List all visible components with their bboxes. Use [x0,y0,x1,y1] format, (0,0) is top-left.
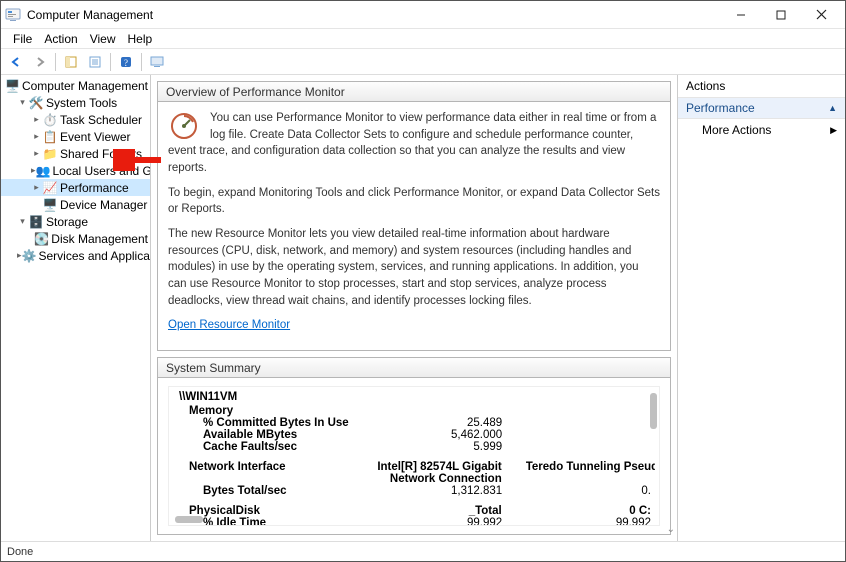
storage-icon: 🗄️ [28,214,44,230]
network-section: Network InterfaceIntel[R] 82574L Gigabit… [173,461,655,485]
tools-icon: 🛠️ [28,95,44,111]
overview-text-2: To begin, expand Monitoring Tools and cl… [168,185,660,218]
content-pane: Overview of Performance Monitor You can … [151,75,677,541]
tree-services-apps[interactable]: ▸ ⚙️ Services and Applications [1,247,150,264]
properties-button[interactable] [84,51,106,73]
status-bar: Done [1,541,845,561]
disk-icon: 💽 [34,231,49,247]
computer-icon: 🖥️ [5,78,20,94]
tree-device-manager[interactable]: 🖥️ Device Manager [1,196,150,213]
system-summary-panel: System Summary \\WIN11VM Memory % Commit… [157,357,671,535]
expand-icon[interactable]: ▸ [31,148,42,159]
table-row: Available MBytes5,462.000 [173,429,655,441]
forward-button[interactable] [29,51,51,73]
back-button[interactable] [5,51,27,73]
performance-icon: 📈 [42,180,58,196]
menu-help[interactable]: Help [122,32,159,46]
device-icon: 🖥️ [42,197,58,213]
tree-shared-folders[interactable]: ▸ 📁 Shared Folders [1,145,150,162]
svg-text:?: ? [124,58,128,68]
actions-pane: Actions Performance ▲ More Actions ▶ [677,75,845,541]
actions-heading: Actions [678,75,845,98]
summary-grid: \\WIN11VM Memory % Committed Bytes In Us… [168,386,660,526]
navigation-tree[interactable]: 🖥️ Computer Management (Local) ▾ 🛠️ Syst… [1,75,151,541]
tree-storage[interactable]: ▾ 🗄️ Storage [1,213,150,230]
close-button[interactable] [801,1,841,29]
title-bar: Computer Management [1,1,845,29]
actions-more[interactable]: More Actions ▶ [678,119,845,141]
app-icon [5,7,21,23]
event-icon: 📋 [42,129,58,145]
maximize-button[interactable] [761,1,801,29]
table-row: % Committed Bytes In Use25.489 [173,417,655,429]
memory-section: Memory [173,405,655,417]
tree-task-scheduler[interactable]: ▸ ⏱️ Task Scheduler [1,111,150,128]
toolbar: ? [1,49,845,75]
overview-text-1: You can use Performance Monitor to view … [168,110,660,177]
tree-local-users[interactable]: ▸ 👥 Local Users and Groups [1,162,150,179]
table-row: Bytes Total/sec1,312.8310. [173,485,655,497]
folder-icon: 📁 [42,146,58,162]
overview-panel: Overview of Performance Monitor You can … [157,81,671,351]
tree-system-tools[interactable]: ▾ 🛠️ System Tools [1,94,150,111]
services-icon: ⚙️ [22,248,37,264]
tree-event-viewer[interactable]: ▸ 📋 Event Viewer [1,128,150,145]
users-icon: 👥 [36,163,51,179]
collapse-icon[interactable]: ▾ [17,97,28,108]
menu-view[interactable]: View [84,32,122,46]
status-text: Done [7,546,33,558]
expand-icon[interactable]: ▸ [31,182,42,193]
show-hide-tree-button[interactable] [60,51,82,73]
vertical-scrollbar[interactable] [650,393,657,429]
tree-root[interactable]: 🖥️ Computer Management (Local) [1,77,150,94]
menu-action[interactable]: Action [38,32,83,46]
tree-performance[interactable]: ▸ 📈 Performance [1,179,150,196]
overview-header: Overview of Performance Monitor [158,82,670,102]
chevron-right-icon: ▶ [830,125,837,136]
chevron-down-icon[interactable]: ⌄ [667,524,675,535]
tree-disk-management[interactable]: 💽 Disk Management [1,230,150,247]
help-button[interactable]: ? [115,51,137,73]
expand-icon[interactable]: ▸ [31,131,42,142]
overview-text-3: The new Resource Monitor lets you view d… [168,226,660,309]
menu-file[interactable]: File [7,32,38,46]
collapse-icon[interactable]: ▾ [17,216,28,227]
table-row: Cache Faults/sec5.999 [173,441,655,453]
open-resource-monitor-link[interactable]: Open Resource Monitor [168,319,290,331]
machine-name: \\WIN11VM [173,391,655,403]
menu-bar: File Action View Help [1,29,845,49]
monitor-toolbar-button[interactable] [146,51,168,73]
system-summary-header: System Summary [158,358,670,378]
minimize-button[interactable] [721,1,761,29]
collapse-icon[interactable]: ▲ [828,103,837,113]
actions-section-performance[interactable]: Performance ▲ [678,98,845,119]
perfmon-icon [168,110,200,142]
expand-icon[interactable]: ▸ [31,114,42,125]
window-title: Computer Management [27,8,721,22]
horizontal-scrollbar[interactable] [175,516,203,523]
clock-icon: ⏱️ [42,112,58,128]
